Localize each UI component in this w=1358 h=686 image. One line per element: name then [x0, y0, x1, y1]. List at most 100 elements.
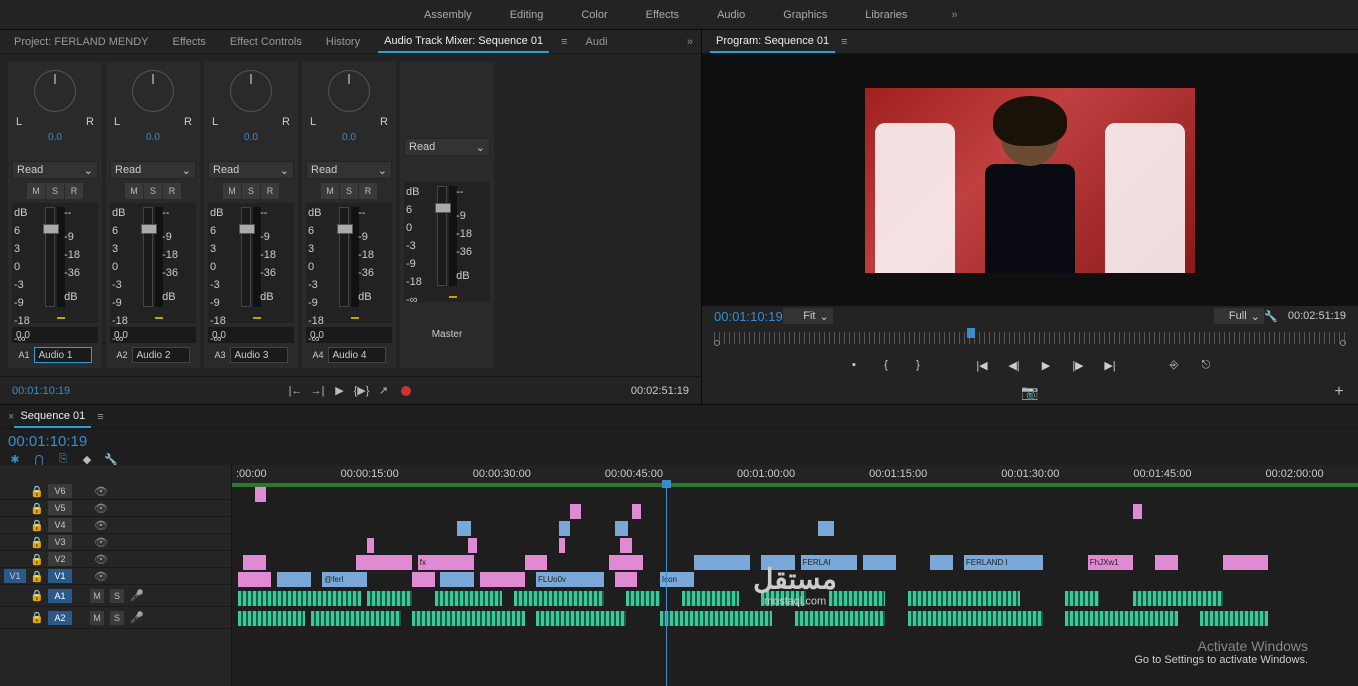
pan-knob[interactable] — [132, 70, 174, 112]
tab-program[interactable]: Program: Sequence 01 — [710, 31, 835, 53]
audio-clip[interactable] — [660, 611, 773, 626]
clip[interactable]: fx — [418, 555, 474, 570]
marker2-icon[interactable]: ◆ — [80, 452, 94, 466]
audio-clip[interactable] — [1133, 591, 1223, 606]
audio-clip[interactable] — [311, 611, 401, 626]
ws-color[interactable]: Color — [577, 5, 611, 25]
pan-knob[interactable] — [230, 70, 272, 112]
tab-project[interactable]: Project: FERLAND MENDY — [8, 32, 154, 52]
clip[interactable] — [255, 487, 266, 502]
audio-clip[interactable] — [412, 611, 525, 626]
mute-button[interactable]: M — [27, 183, 45, 199]
ws-libraries[interactable]: Libraries — [861, 5, 911, 25]
audio-clip[interactable] — [367, 591, 412, 606]
program-tc[interactable]: 00:01:10:19 — [714, 309, 783, 324]
clip[interactable] — [632, 504, 641, 519]
loop-icon[interactable]: {▶} — [355, 384, 369, 398]
audio-clip[interactable] — [829, 591, 885, 606]
solo-button[interactable]: S — [46, 183, 64, 199]
clip[interactable] — [480, 572, 525, 587]
clip[interactable] — [367, 538, 374, 553]
clip[interactable]: @ferl — [322, 572, 367, 587]
timeline-ruler[interactable]: :00:0000:00:15:0000:00:30:0000:00:45:000… — [232, 465, 1358, 483]
clip[interactable] — [440, 572, 474, 587]
audio-clip[interactable] — [1200, 611, 1268, 626]
program-monitor[interactable] — [702, 54, 1358, 306]
tab-sequence[interactable]: Sequence 01 — [14, 406, 91, 428]
lock-icon[interactable]: 🔒 — [30, 485, 42, 498]
clip[interactable]: FERLAND I — [964, 555, 1043, 570]
ws-editing[interactable]: Editing — [506, 5, 548, 25]
playhead[interactable] — [666, 483, 667, 686]
out-icon[interactable]: } — [908, 355, 928, 375]
clip[interactable] — [525, 555, 548, 570]
audio-clip[interactable] — [1065, 591, 1099, 606]
step-fwd-icon[interactable]: |▶ — [1068, 355, 1088, 375]
share-icon[interactable]: ↗ — [377, 384, 391, 398]
solo-button[interactable]: S — [110, 589, 124, 603]
clip[interactable] — [609, 555, 643, 570]
clip[interactable] — [243, 555, 266, 570]
audio-clip[interactable] — [238, 611, 306, 626]
audio-clip[interactable] — [238, 591, 362, 606]
clip[interactable] — [615, 521, 629, 536]
audio-clip[interactable] — [514, 591, 604, 606]
link-icon[interactable]: ⎘ — [56, 452, 70, 466]
eye-icon[interactable]: 👁 — [94, 485, 106, 498]
audio-clip[interactable] — [435, 591, 503, 606]
clip[interactable] — [468, 538, 477, 553]
tab-effect-controls[interactable]: Effect Controls — [224, 32, 308, 52]
play-icon[interactable]: ▶ — [1036, 355, 1056, 375]
clip[interactable] — [1133, 504, 1142, 519]
clip[interactable] — [615, 572, 638, 587]
clip[interactable] — [930, 555, 953, 570]
add-icon[interactable]: + — [1332, 385, 1346, 399]
marker-icon[interactable]: ▪ — [844, 355, 864, 375]
track-name[interactable]: Audio 1 — [34, 347, 92, 363]
clip[interactable] — [1155, 555, 1178, 570]
magnet-icon[interactable]: ⋂ — [32, 452, 46, 466]
audio-clip[interactable] — [1065, 611, 1178, 626]
automation-mode[interactable]: Read⌄ — [12, 161, 98, 179]
program-ruler[interactable] — [702, 326, 1358, 350]
clip[interactable]: FLUo0v — [536, 572, 604, 587]
in-icon[interactable]: { — [876, 355, 896, 375]
clip[interactable] — [818, 521, 835, 536]
step-back-icon[interactable]: ◀| — [1004, 355, 1024, 375]
track-label[interactable]: V6 — [48, 484, 72, 498]
audio-clip[interactable] — [795, 611, 885, 626]
snap-icon[interactable]: ✱ — [8, 452, 22, 466]
wrench-icon[interactable]: 🔧 — [104, 452, 118, 466]
clip[interactable] — [559, 521, 570, 536]
clip[interactable] — [412, 572, 435, 587]
record-icon[interactable] — [399, 384, 413, 398]
clip[interactable] — [1223, 555, 1268, 570]
ws-assembly[interactable]: Assembly — [420, 5, 476, 25]
clip[interactable] — [694, 555, 750, 570]
clip[interactable] — [238, 572, 272, 587]
tab-audio-mixer[interactable]: Audio Track Mixer: Sequence 01 — [378, 31, 549, 53]
clip[interactable] — [570, 504, 581, 519]
tab-history[interactable]: History — [320, 32, 366, 52]
mic-icon[interactable]: 🎤 — [130, 589, 144, 603]
clip[interactable]: FhJXw1 — [1088, 555, 1133, 570]
go-end-icon[interactable]: ▶| — [1100, 355, 1120, 375]
clip[interactable] — [620, 538, 631, 553]
go-to-out-icon[interactable]: →| — [311, 384, 325, 398]
clip[interactable] — [559, 538, 566, 553]
clip[interactable] — [277, 572, 311, 587]
tabs-overflow-icon[interactable]: » — [687, 36, 693, 48]
camera-icon[interactable]: 📷 — [1023, 385, 1037, 399]
resolution[interactable]: Full⌄ — [1214, 308, 1264, 324]
pan-knob[interactable] — [34, 70, 76, 112]
clip[interactable] — [356, 555, 412, 570]
ws-audio[interactable]: Audio — [713, 5, 749, 25]
ws-effects[interactable]: Effects — [642, 5, 683, 25]
play-icon[interactable]: ▶ — [333, 384, 347, 398]
fader-meter[interactable]: dB630-3-9-18-∞ ---9-18-36dB — [12, 203, 98, 323]
go-to-in-icon[interactable]: |← — [289, 384, 303, 398]
wrench-icon[interactable]: 🔧 — [1264, 309, 1278, 323]
audio-clip[interactable] — [682, 591, 738, 606]
ws-graphics[interactable]: Graphics — [779, 5, 831, 25]
mute-button[interactable]: M — [90, 589, 104, 603]
